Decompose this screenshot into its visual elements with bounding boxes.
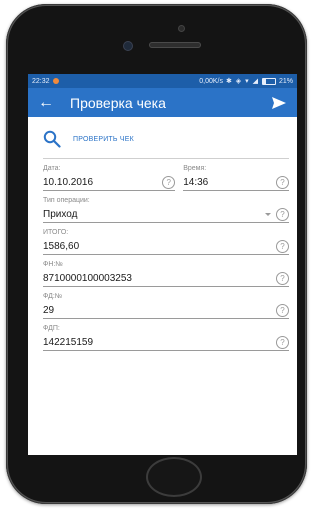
fn-field[interactable]: 8710000100003253 ?	[43, 270, 289, 287]
fn-label: ФН:№	[43, 261, 63, 268]
home-button[interactable]	[146, 457, 202, 497]
operation-type-group: Тип операции: Приход ?	[43, 197, 289, 223]
page-title: Проверка чека	[70, 94, 166, 111]
total-value: 1586,60	[43, 240, 80, 252]
help-icon[interactable]: ?	[276, 303, 289, 317]
fd-label: ФД:№	[43, 293, 63, 300]
phone-body: 22:32 0,00K/s ✱ ◈ ▾ ◢ 21% ← Проверка чек…	[6, 4, 307, 504]
fdp-group: ФДП: 142215159 ?	[43, 325, 289, 351]
total-field[interactable]: 1586,60 ?	[43, 238, 289, 255]
proximity-sensor	[124, 42, 132, 50]
help-icon[interactable]: ?	[276, 175, 289, 189]
battery-icon	[261, 77, 276, 85]
status-bar: 22:32 0,00K/s ✱ ◈ ▾ ◢ 21%	[28, 74, 297, 88]
earpiece-speaker	[149, 42, 201, 48]
status-time: 22:32	[32, 77, 50, 85]
screen: 22:32 0,00K/s ✱ ◈ ▾ ◢ 21% ← Проверка чек…	[28, 74, 297, 455]
front-camera	[179, 26, 184, 31]
app-bar: ← Проверка чека	[28, 88, 297, 117]
fd-group: ФД:№ 29 ?	[43, 293, 289, 319]
time-field-group: Время: 14:36 ?	[183, 165, 289, 191]
fdp-label: ФДП:	[43, 325, 60, 332]
battery-percent: 21%	[278, 77, 293, 85]
help-icon[interactable]: ?	[276, 335, 289, 349]
search-icon	[43, 130, 61, 148]
date-field[interactable]: 10.10.2016 ?	[43, 174, 176, 191]
fdp-field[interactable]: 142215159 ?	[43, 334, 289, 351]
send-icon[interactable]	[271, 96, 287, 110]
notification-icon	[52, 78, 59, 84]
date-label: Дата:	[43, 165, 61, 172]
dropdown-arrow-icon[interactable]	[265, 212, 271, 216]
date-value: 10.10.2016	[43, 176, 94, 188]
fdp-value: 142215159	[43, 336, 94, 348]
date-field-group: Дата: 10.10.2016 ?	[43, 165, 176, 191]
back-arrow-icon[interactable]: ←	[38, 94, 58, 112]
status-right: 0,00K/s ✱ ◈ ▾ ◢ 21%	[199, 77, 293, 85]
time-label: Время:	[183, 165, 207, 172]
fd-value: 29	[43, 304, 55, 316]
help-icon[interactable]: ?	[162, 175, 176, 189]
help-icon[interactable]: ?	[276, 207, 289, 221]
form: ПРОВЕРИТЬ ЧЕК Дата: 10.10.2016 ? Время: …	[28, 120, 297, 351]
help-icon[interactable]: ?	[276, 271, 289, 285]
total-group: ИТОГО: 1586,60 ?	[43, 229, 289, 255]
operation-type-select[interactable]: Приход ?	[43, 206, 289, 223]
time-value: 14:36	[183, 176, 209, 188]
signal-icons: ✱ ◈ ▾ ◢	[226, 78, 259, 85]
operation-type-controls: ?	[265, 207, 289, 221]
fd-field[interactable]: 29 ?	[43, 302, 289, 319]
date-time-row: Дата: 10.10.2016 ? Время: 14:36 ?	[43, 165, 289, 191]
operation-type-label: Тип операции:	[43, 197, 90, 204]
time-field[interactable]: 14:36 ?	[183, 174, 289, 191]
total-label: ИТОГО:	[43, 229, 69, 236]
fn-value: 8710000100003253	[43, 272, 132, 284]
fn-group: ФН:№ 8710000100003253 ?	[43, 261, 289, 287]
help-icon[interactable]: ?	[276, 239, 289, 253]
check-receipt-label: ПРОВЕРИТЬ ЧЕК	[73, 135, 134, 143]
check-receipt-button[interactable]: ПРОВЕРИТЬ ЧЕК	[43, 120, 289, 159]
network-speed: 0,00K/s	[199, 77, 223, 85]
operation-type-value: Приход	[43, 208, 78, 220]
